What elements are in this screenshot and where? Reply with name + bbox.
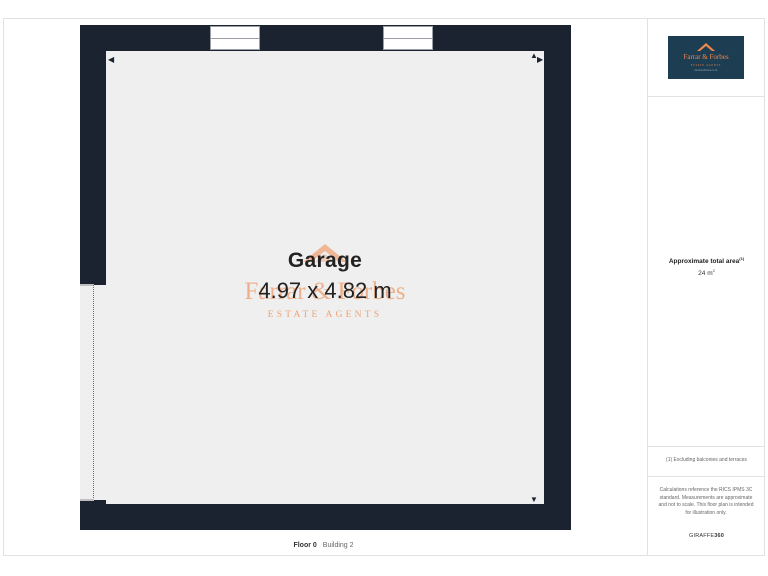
watermark-subtitle: ESTATE AGENTS	[267, 310, 383, 320]
window-top-left	[210, 26, 260, 50]
area-unit-sup: 2	[712, 268, 715, 273]
roof-icon	[697, 43, 715, 51]
wall-top	[80, 25, 571, 51]
panel-separator-mid	[647, 446, 765, 447]
calculations-note: Calculations reference the RICS IPMS 3C …	[658, 487, 754, 517]
garage-door-line	[93, 285, 94, 498]
giraffe360-brand: GIRAFFE360	[648, 533, 765, 539]
wall-right	[544, 25, 571, 530]
floor-number: Floor 0	[293, 542, 317, 549]
wall-bottom	[80, 504, 571, 530]
logo-name: Farrar & Forbes	[683, 53, 729, 61]
floor-plan: ◀ ▲ ▶ ▼ Farrar & Forbes ESTATE AGENTS Ga…	[0, 0, 647, 576]
dimension-arrow-left-icon: ◀	[108, 55, 115, 64]
door-post-top	[80, 284, 94, 286]
window-top-right	[383, 26, 433, 50]
agency-logo: Farrar & Forbes ESTATE AGENTS farrarandf…	[668, 36, 744, 79]
panel-separator-top	[647, 96, 765, 97]
area-value: 24 m2	[648, 268, 765, 277]
area-title-marker: (1)	[739, 256, 745, 261]
area-footnote: (1) Excluding balconies and terraces	[666, 457, 747, 463]
floor-label: Floor 0 Building 2	[0, 542, 647, 549]
brand-prefix: GIRAFFE	[688, 533, 715, 539]
room-name: Garage	[287, 249, 363, 272]
door-post-bottom	[80, 499, 94, 501]
dimension-arrow-right-icon: ▶	[537, 55, 544, 64]
room-dimensions: 4.97 x 4.82 m	[258, 278, 392, 303]
logo-subtitle: ESTATE AGENTS	[690, 64, 722, 67]
area-title: Approximate total area(1)	[648, 256, 765, 265]
building-name: Building 2	[322, 542, 354, 549]
dimension-arrow-down-icon: ▼	[530, 495, 538, 504]
logo-tagline: farrarandforbes.co.uk	[694, 69, 718, 72]
brand-suffix: 360	[714, 533, 724, 539]
area-value-text: 24 m	[698, 270, 713, 278]
panel-separator-bottom	[647, 476, 765, 477]
area-title-text: Approximate total area	[668, 258, 740, 266]
